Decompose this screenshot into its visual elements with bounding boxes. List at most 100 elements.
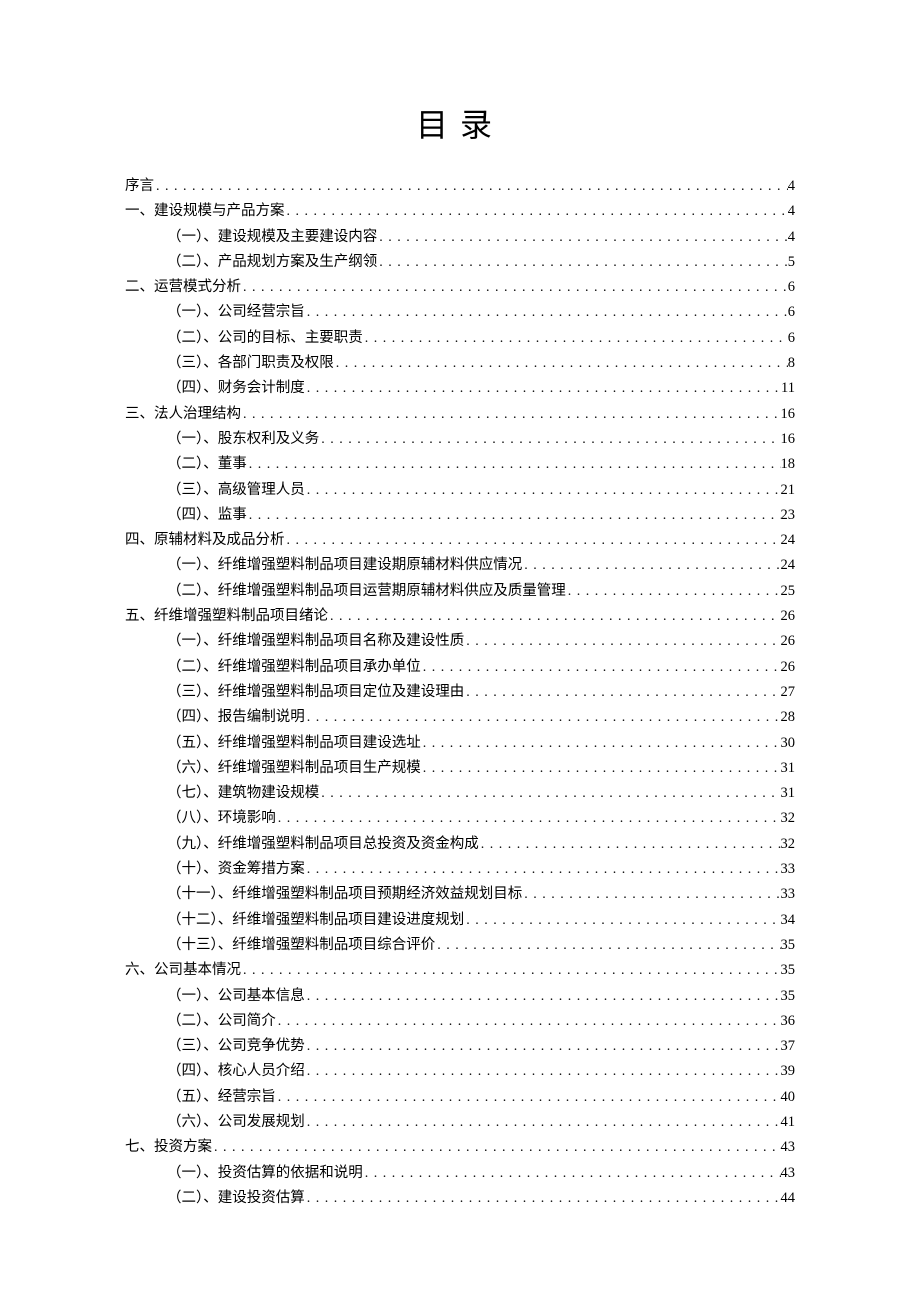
toc-entry-label: （五）、经营宗旨 — [167, 1085, 276, 1109]
toc-leader-dots — [363, 327, 788, 351]
toc-leader-dots — [464, 681, 780, 705]
toc-entry: （一）、纤维增强塑料制品项目建设期原辅材料供应情况24 — [125, 553, 795, 578]
toc-entry-label: 四、原辅材料及成品分析 — [125, 528, 285, 552]
toc-leader-dots — [319, 428, 780, 452]
toc-entry: （二）、产品规划方案及生产纲领5 — [125, 250, 795, 275]
toc-leader-dots — [305, 1111, 781, 1135]
toc-entry-page: 37 — [781, 1034, 796, 1058]
toc-entry: （十三）、纤维增强塑料制品项目综合评价35 — [125, 933, 795, 958]
toc-entry-page: 24 — [781, 528, 796, 552]
toc-entry-label: （一）、纤维增强塑料制品项目名称及建设性质 — [167, 629, 464, 653]
toc-entry-label: 三、法人治理结构 — [125, 402, 241, 426]
toc-entry-label: （一）、公司基本信息 — [167, 984, 305, 1008]
toc-leader-dots — [522, 554, 780, 578]
toc-entry: （六）、公司发展规划41 — [125, 1110, 795, 1135]
toc-entry-label: （三）、高级管理人员 — [167, 478, 305, 502]
toc-entry-label: （二）、董事 — [167, 452, 247, 476]
toc-entry: （二）、公司简介36 — [125, 1009, 795, 1034]
toc-entry-page: 21 — [781, 478, 796, 502]
toc-entry: 二、运营模式分析 6 — [125, 275, 795, 300]
toc-leader-dots — [305, 301, 788, 325]
toc-entry-page: 23 — [781, 503, 796, 527]
toc-entry-label: （六）、纤维增强塑料制品项目生产规模 — [167, 756, 421, 780]
toc-entry-page: 41 — [781, 1110, 796, 1134]
toc-entry-page: 43 — [781, 1161, 796, 1185]
toc-entry-page: 40 — [781, 1085, 796, 1109]
toc-entry: （三）、高级管理人员 21 — [125, 478, 795, 503]
toc-leader-dots — [241, 276, 788, 300]
toc-entry-page: 33 — [781, 882, 796, 906]
toc-entry-label: （一）、建设规模及主要建设内容 — [167, 225, 377, 249]
toc-entry: （三）、公司竞争优势 37 — [125, 1034, 795, 1059]
toc-leader-dots — [154, 175, 788, 199]
toc-entry-page: 6 — [788, 300, 795, 324]
toc-leader-dots — [421, 732, 781, 756]
toc-entry-page: 5 — [788, 250, 795, 274]
toc-leader-dots — [334, 352, 788, 376]
toc-entry-label: （四）、财务会计制度 — [167, 376, 305, 400]
toc-entry-page: 4 — [788, 174, 795, 198]
toc-entry-page: 32 — [781, 832, 796, 856]
toc-leader-dots — [421, 656, 781, 680]
toc-entry: （三）、各部门职责及权限 8 — [125, 351, 795, 376]
toc-entry-label: （三）、各部门职责及权限 — [167, 351, 334, 375]
toc-entry: （五）、纤维增强塑料制品项目建设选址30 — [125, 731, 795, 756]
toc-entry-label: 二、运营模式分析 — [125, 275, 241, 299]
toc-entry-page: 32 — [781, 806, 796, 830]
toc-entry-page: 25 — [781, 579, 796, 603]
toc-entry-label: （一）、纤维增强塑料制品项目建设期原辅材料供应情况 — [167, 553, 522, 577]
toc-leader-dots — [305, 858, 781, 882]
toc-entry: （一）、股东权利及义务16 — [125, 427, 795, 452]
toc-entry-page: 4 — [788, 199, 795, 223]
toc-entry: 六、公司基本情况35 — [125, 958, 795, 983]
toc-entry-label: （四）、报告编制说明 — [167, 705, 305, 729]
toc-entry-label: 六、公司基本情况 — [125, 958, 241, 982]
toc-entry-page: 6 — [788, 275, 795, 299]
toc-leader-dots — [435, 934, 780, 958]
toc-entry-label: （二）、公司简介 — [167, 1009, 276, 1033]
toc-entry-page: 4 — [788, 225, 795, 249]
toc-leader-dots — [319, 782, 780, 806]
toc-entry-label: （三）、公司竞争优势 — [167, 1034, 305, 1058]
toc-entry-label: （八）、环境影响 — [167, 806, 276, 830]
toc-entry-label: （一）、股东权利及义务 — [167, 427, 319, 451]
toc-entry: （七）、建筑物建设规模31 — [125, 781, 795, 806]
toc-entry: （九）、纤维增强塑料制品项目总投资及资金构成 32 — [125, 832, 795, 857]
toc-entry-page: 44 — [781, 1186, 796, 1210]
toc-leader-dots — [212, 1136, 781, 1160]
table-of-contents: 序言4一、建设规模与产品方案4（一）、建设规模及主要建设内容4（二）、产品规划方… — [125, 174, 795, 1211]
toc-entry: 三、法人治理结构16 — [125, 402, 795, 427]
toc-entry: （二）、公司的目标、主要职责6 — [125, 326, 795, 351]
toc-leader-dots — [276, 1086, 781, 1110]
toc-entry-page: 26 — [781, 629, 796, 653]
toc-entry-label: （二）、公司的目标、主要职责 — [167, 326, 363, 350]
toc-entry: （一）、投资估算的依据和说明 43 — [125, 1161, 795, 1186]
toc-leader-dots — [247, 453, 781, 477]
toc-entry-label: （十三）、纤维增强塑料制品项目综合评价 — [167, 933, 435, 957]
toc-entry-label: 七、投资方案 — [125, 1135, 212, 1159]
toc-leader-dots — [522, 883, 780, 907]
toc-entry: （二）、建设投资估算 44 — [125, 1186, 795, 1211]
toc-entry: （四）、核心人员介绍39 — [125, 1059, 795, 1084]
toc-entry: （四）、报告编制说明28 — [125, 705, 795, 730]
toc-leader-dots — [566, 580, 781, 604]
toc-entry-label: （十二）、纤维增强塑料制品项目建设进度规划 — [167, 908, 464, 932]
toc-leader-dots — [479, 833, 781, 857]
toc-entry-label: （七）、建筑物建设规模 — [167, 781, 319, 805]
toc-entry-page: 30 — [781, 731, 796, 755]
toc-entry: （十）、资金筹措方案33 — [125, 857, 795, 882]
toc-entry-label: （四）、核心人员介绍 — [167, 1059, 305, 1083]
toc-entry: （二）、董事18 — [125, 452, 795, 477]
toc-entry-label: （一）、投资估算的依据和说明 — [167, 1161, 363, 1185]
toc-entry: （四）、财务会计制度11 — [125, 376, 795, 401]
toc-entry-page: 8 — [788, 351, 795, 375]
page-title: 目录 — [125, 100, 795, 146]
toc-entry: 序言4 — [125, 174, 795, 199]
toc-entry-label: （十）、资金筹措方案 — [167, 857, 305, 881]
toc-entry-label: （二）、建设投资估算 — [167, 1186, 305, 1210]
toc-leader-dots — [305, 377, 781, 401]
toc-leader-dots — [328, 605, 781, 629]
toc-leader-dots — [305, 1060, 781, 1084]
toc-entry-label: （九）、纤维增强塑料制品项目总投资及资金构成 — [167, 832, 479, 856]
toc-entry-label: （一）、公司经营宗旨 — [167, 300, 305, 324]
